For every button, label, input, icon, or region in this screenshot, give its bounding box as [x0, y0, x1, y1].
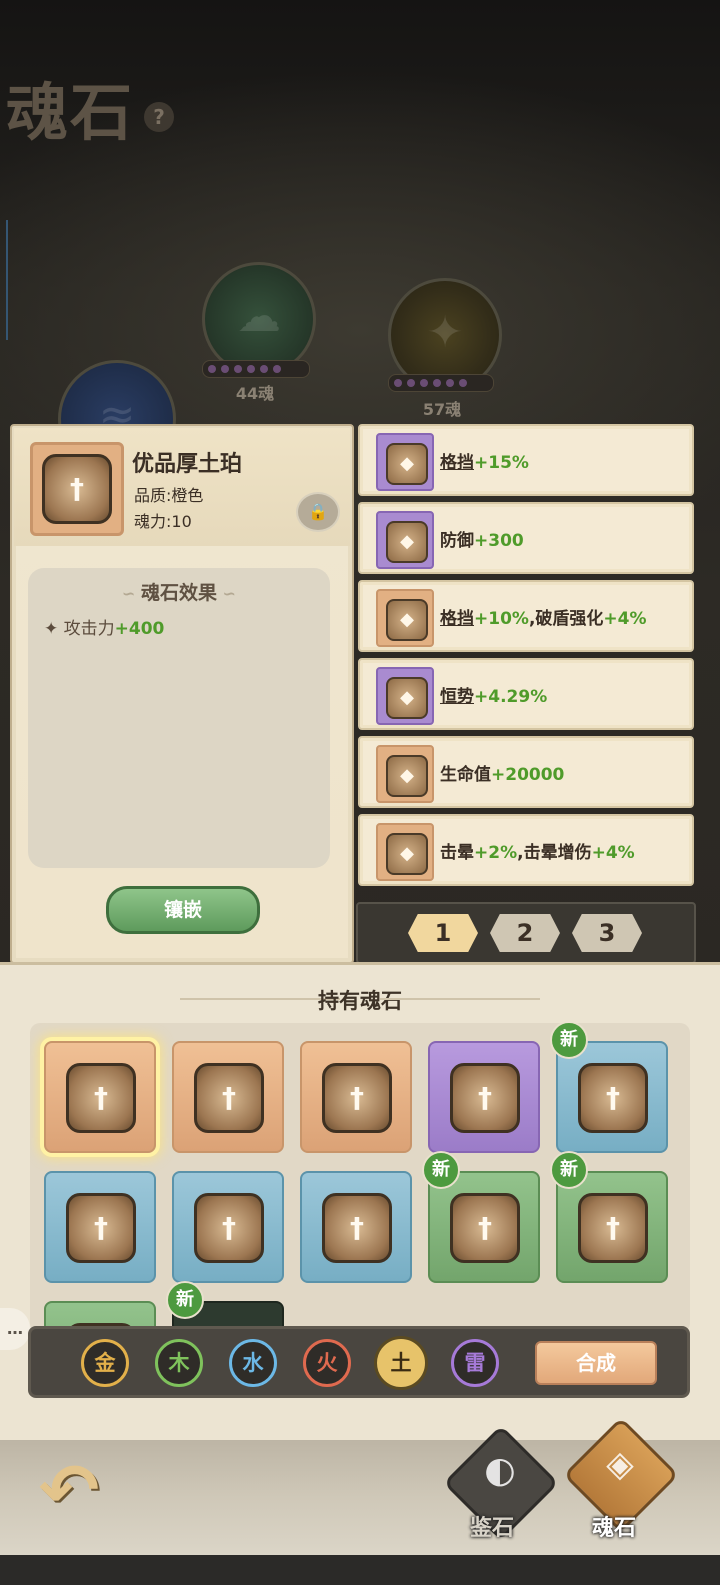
orb-soul-count: 44魂 [235, 384, 275, 403]
stone-thumb: ◆ [376, 511, 434, 569]
help-icon[interactable]: ? [144, 102, 174, 132]
diamond-bullet-icon: ✦ [44, 619, 64, 639]
divider [380, 998, 540, 1000]
attribute-entry[interactable]: ◆ 生命值+20000 [358, 736, 694, 808]
bottom-edge [0, 1555, 720, 1585]
stone-quality: 品质:橙色 [134, 486, 204, 505]
shield-gem-icon: ◆ [386, 521, 428, 563]
side-decoration [0, 220, 8, 340]
cloud-icon: ☁ [237, 291, 281, 342]
owned-title: 持有魂石 [318, 989, 402, 1013]
inlay-button[interactable]: 镶嵌 [106, 886, 260, 934]
stone-gem-icon: † [322, 1063, 392, 1133]
element-filter-bar: 合成 金木水火土雷 [28, 1326, 690, 1398]
stone-gem-icon: † [578, 1193, 648, 1263]
effect-line: ✦ 攻击力+400 [44, 619, 165, 639]
stone-tile[interactable]: † [428, 1041, 540, 1153]
stone-thumb: ◆ [376, 823, 434, 881]
attribute-text: 击晕+2%,击晕增伤+4% [440, 843, 635, 863]
stone-grid: †††††新††††新†新†新 [30, 1023, 690, 1333]
stone-tile[interactable]: † [44, 1171, 156, 1283]
effect-box: ∽ 魂石效果 ∽ ✦ 攻击力+400 [28, 568, 330, 868]
pager: 1 2 3 [356, 902, 696, 964]
attribute-entry[interactable]: ◆ 防御+300 [358, 502, 694, 574]
appraise-tab-label[interactable]: 鉴石 [470, 1510, 514, 1542]
page-title: 魂石 [6, 76, 135, 149]
shield-gem-icon: ◆ [386, 833, 428, 875]
shield-gem-icon: ◆ [386, 443, 428, 485]
lock-icon[interactable]: 🔒 [296, 492, 340, 532]
element-filter[interactable]: 土 [377, 1339, 425, 1387]
shield-gem-icon: ◆ [386, 599, 428, 641]
element-filter[interactable]: 水 [229, 1339, 277, 1387]
stone-icon: † [30, 442, 124, 536]
back-arrow-icon[interactable]: ↶ [24, 1450, 114, 1530]
attribute-entry[interactable]: ◆ 格挡+10%,破盾强化+4% [358, 580, 694, 652]
stone-gem-icon: † [194, 1063, 264, 1133]
stone-gem-icon: † [194, 1193, 264, 1263]
flame-gem-icon: ◈ [606, 1444, 634, 1485]
element-filter[interactable]: 雷 [451, 1339, 499, 1387]
orb-progress-dots [388, 374, 494, 392]
stone-detail-panel: † 优品厚土珀 品质:橙色 魂力:10 🔒 ∽ 魂石效果 ∽ ✦ 攻击力+400… [10, 424, 354, 964]
stone-thumb: ◆ [376, 745, 434, 803]
attribute-text: 生命值+20000 [440, 765, 565, 785]
stone-thumb: ◆ [376, 589, 434, 647]
stone-tile[interactable]: † [300, 1041, 412, 1153]
attribute-text: 格挡+10%,破盾强化+4% [440, 609, 647, 629]
new-badge: 新 [422, 1151, 460, 1189]
page-button-3[interactable]: 3 [572, 914, 642, 952]
element-filter[interactable]: 火 [303, 1339, 351, 1387]
star-icon: ✦ [426, 307, 464, 358]
stone-tile[interactable]: † [44, 1041, 156, 1153]
stone-name: 优品厚土珀 [132, 452, 243, 477]
stone-gem-icon: † [450, 1193, 520, 1263]
sword-gem-icon: † [42, 454, 112, 524]
attribute-entry[interactable]: ◆ 击晕+2%,击晕增伤+4% [358, 814, 694, 886]
stone-gem-icon: † [322, 1193, 392, 1263]
stone-thumb: ◆ [376, 667, 434, 725]
stone-gem-icon: † [450, 1063, 520, 1133]
attribute-text: 格挡+15% [440, 453, 529, 473]
orb-soul-count: 57魂 [422, 400, 462, 419]
shield-gem-icon: ◆ [386, 677, 428, 719]
new-badge: 新 [550, 1151, 588, 1189]
effect-title: ∽ 魂石效果 ∽ [122, 582, 236, 604]
combine-button[interactable]: 合成 [535, 1341, 657, 1385]
new-badge: 新 [166, 1281, 204, 1319]
stone-tile[interactable]: † [172, 1171, 284, 1283]
attribute-entry[interactable]: ◆ 恒势+4.29% [358, 658, 694, 730]
stone-tile[interactable]: † [172, 1041, 284, 1153]
soul-stone-tab-label[interactable]: 魂石 [592, 1510, 636, 1542]
attribute-entry[interactable]: ◆ 格挡+15% [358, 424, 694, 496]
shield-gem-icon: ◆ [386, 755, 428, 797]
stone-tile[interactable]: † [300, 1171, 412, 1283]
orb-wood[interactable]: ☁ [202, 262, 316, 376]
stone-gem-icon: † [578, 1063, 648, 1133]
element-filter[interactable]: 木 [155, 1339, 203, 1387]
page-button-1[interactable]: 1 [408, 914, 478, 952]
fox-icon: ◐ [484, 1450, 516, 1491]
attribute-text: 恒势+4.29% [440, 687, 548, 707]
stone-gem-icon: † [66, 1063, 136, 1133]
page-button-2[interactable]: 2 [490, 914, 560, 952]
orb-progress-dots [202, 360, 310, 378]
stone-thumb: ◆ [376, 433, 434, 491]
stone-gem-icon: † [66, 1193, 136, 1263]
stone-power: 魂力:10 [134, 512, 192, 531]
attribute-text: 防御+300 [440, 531, 524, 551]
element-filter[interactable]: 金 [81, 1339, 129, 1387]
